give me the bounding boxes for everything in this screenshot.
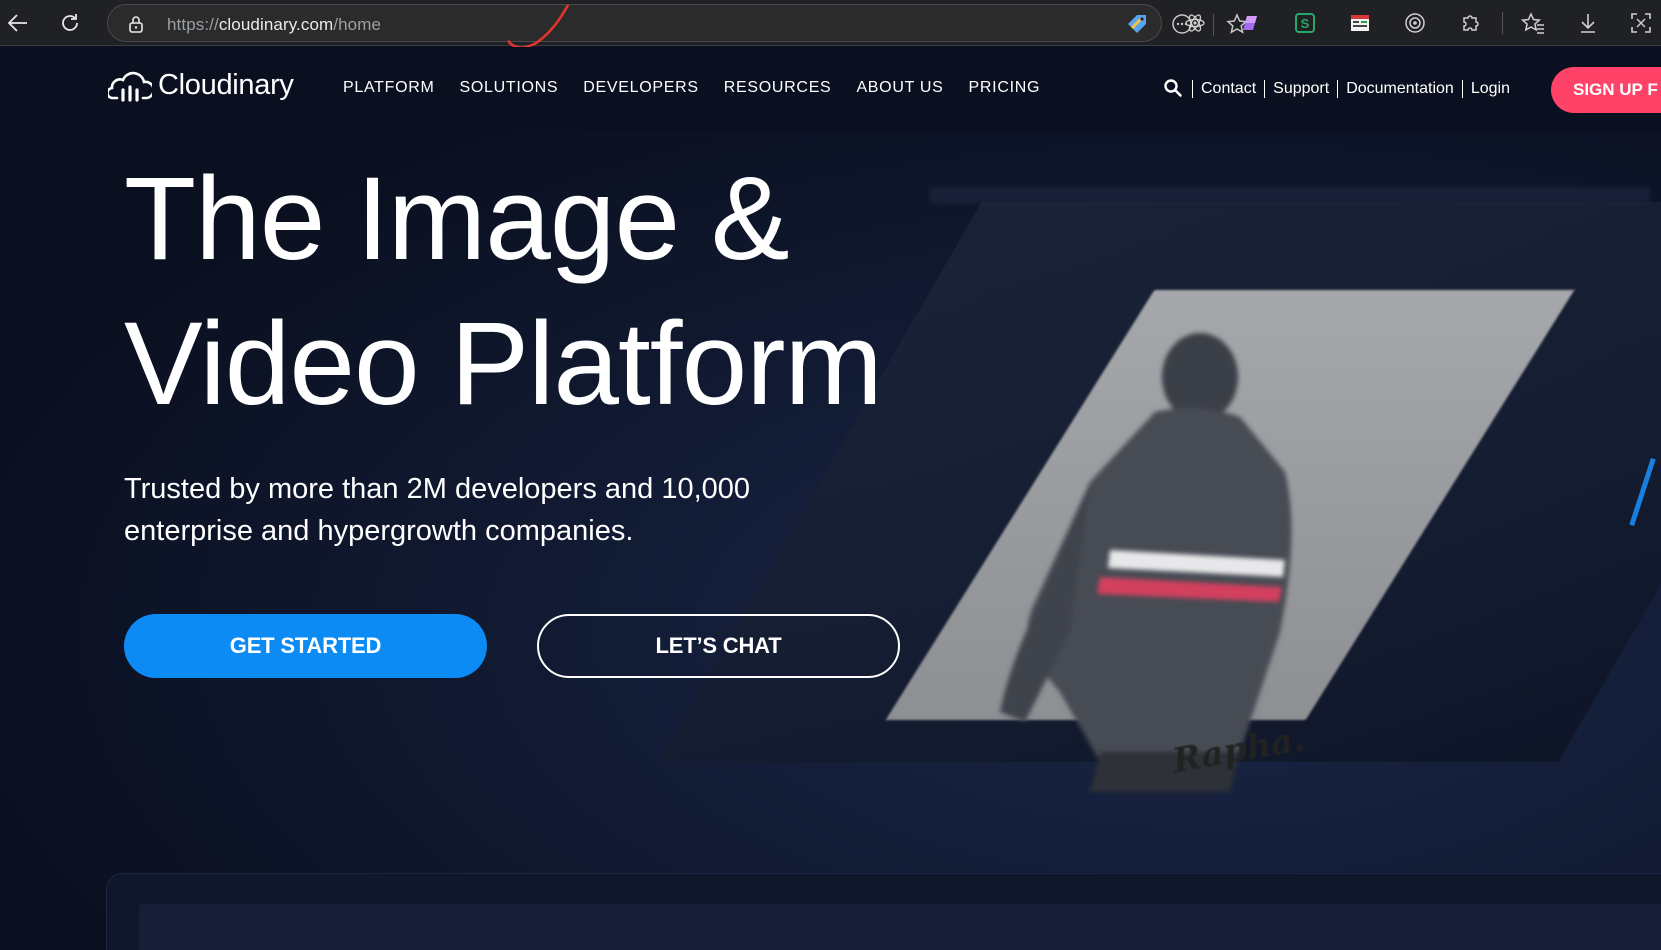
documentation-link[interactable]: Documentation [1337, 80, 1462, 98]
url-text[interactable]: https://cloudinary.com/home [167, 15, 381, 35]
lock-icon[interactable] [128, 15, 144, 38]
jacket-model-image [1000, 333, 1292, 792]
hero-title: The Image & Video Platform [124, 147, 883, 437]
main-nav: PLATFORM SOLUTIONS DEVELOPERS RESOURCES … [343, 79, 1065, 97]
nav-resources[interactable]: RESOURCES [724, 79, 832, 97]
contact-link[interactable]: Contact [1192, 80, 1264, 98]
extensions-puzzle-icon[interactable] [1457, 10, 1483, 36]
cloudinary-cloud-icon [108, 71, 152, 102]
toolbar-divider [1502, 12, 1503, 34]
reload-icon [62, 14, 78, 31]
blurred-dashboard-band [930, 187, 1650, 203]
address-bar[interactable]: https://cloudinary.com/home [107, 3, 1248, 49]
react-devtools-icon[interactable] [1182, 10, 1208, 36]
extension-page-icon[interactable] [1347, 10, 1373, 36]
browser-toolbar: https://cloudinary.com/home S [0, 0, 1661, 49]
url-scheme: https:// [167, 15, 219, 34]
favorites-icon[interactable] [1520, 10, 1546, 36]
hero-subtitle-line-1: Trusted by more than 2M developers and 1… [124, 473, 751, 505]
reload-button[interactable] [52, 5, 88, 41]
nav-solutions[interactable]: SOLUTIONS [460, 79, 559, 97]
next-section-card-inner [139, 904, 1661, 950]
lets-chat-button[interactable]: LET’S CHAT [537, 614, 900, 678]
back-icon [7, 14, 27, 32]
extension-purple-icon[interactable] [1237, 10, 1263, 36]
tag-icon[interactable] [1125, 13, 1149, 35]
nav-platform[interactable]: PLATFORM [343, 79, 435, 97]
hero-subtitle-line-2: enterprise and hypergrowth companies. [124, 515, 634, 547]
site-header: Cloudinary PLATFORM SOLUTIONS DEVELOPERS… [0, 47, 1661, 132]
signup-button[interactable]: SIGN UP F [1551, 67, 1661, 113]
logo-text: Cloudinary [158, 69, 294, 101]
screenshot-icon[interactable] [1628, 10, 1654, 36]
hero-title-line-1: The Image & [124, 153, 790, 285]
svg-text:S: S [1301, 16, 1310, 31]
url-path: /home [333, 15, 382, 34]
cloudinary-logo[interactable]: Cloudinary [108, 69, 294, 102]
search-icon[interactable] [1163, 78, 1183, 103]
support-link[interactable]: Support [1264, 80, 1337, 98]
get-started-button[interactable]: GET STARTED [124, 614, 487, 678]
nav-about-us[interactable]: ABOUT US [856, 79, 943, 97]
nav-developers[interactable]: DEVELOPERS [583, 79, 698, 97]
login-link[interactable]: Login [1461, 80, 1518, 98]
extension-s-icon[interactable]: S [1292, 10, 1318, 36]
address-bar-divider [1213, 14, 1214, 36]
hero-title-line-2: Video Platform [124, 298, 883, 430]
back-button[interactable] [0, 5, 36, 41]
target-icon[interactable] [1402, 10, 1428, 36]
cloudinary-homepage: Rapha. Cloudinary PLATFORM SOLUTIONS DEV… [0, 47, 1661, 950]
utility-nav: Contact Support Documentation Login [1192, 80, 1518, 98]
url-host: cloudinary.com [218, 15, 334, 34]
hero-subtitle: Trusted by more than 2M developers and 1… [124, 468, 844, 552]
next-section-card [106, 873, 1661, 950]
nav-pricing[interactable]: PRICING [969, 79, 1041, 97]
download-icon[interactable] [1575, 10, 1601, 36]
